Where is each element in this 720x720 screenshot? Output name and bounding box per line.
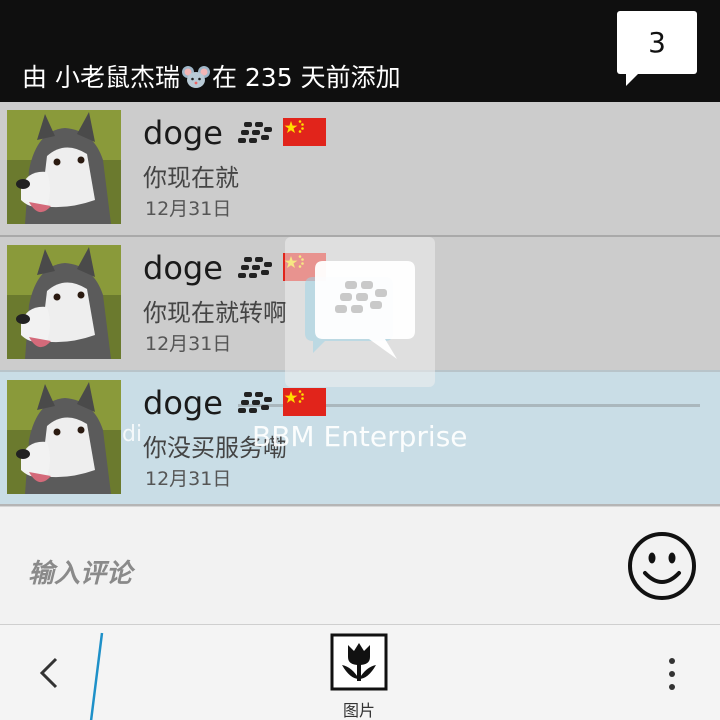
commenter-name[interactable]: doge — [143, 384, 223, 422]
chevron-left-icon[interactable] — [30, 651, 70, 695]
bbm-enterprise-label: BBM Enterprise — [252, 420, 468, 453]
comment-date: 12月31日 — [145, 468, 232, 490]
added-by-prefix: 由 小老鼠杰瑞 — [22, 63, 180, 92]
avatar[interactable] — [7, 245, 121, 359]
china-flag-icon — [283, 388, 326, 416]
china-flag-icon — [283, 118, 326, 146]
accent-divider — [88, 631, 108, 720]
picture-button[interactable]: 图片 — [328, 631, 390, 720]
mouse-emoji-icon — [181, 65, 210, 95]
ghost-text: di — [122, 422, 143, 447]
added-by-suffix: 在 235 天前添加 — [211, 63, 401, 92]
comment-date: 12月31日 — [145, 333, 232, 355]
comment-count-badge-tail — [626, 72, 640, 86]
added-by-text: 由 小老鼠杰瑞 在 235 天前添加 — [22, 58, 401, 95]
smiley-icon[interactable] — [627, 531, 697, 601]
commenter-name[interactable]: doge — [143, 114, 223, 152]
comment-row[interactable]: doge 你现在就 12月31日 — [0, 102, 720, 235]
comment-count-badge[interactable]: 3 — [617, 11, 697, 74]
commenter-name[interactable]: doge — [143, 249, 223, 287]
bottom-action-bar: 图片 — [0, 624, 720, 720]
comment-input-area[interactable]: 输入评论 — [0, 506, 720, 624]
tulip-icon — [330, 633, 388, 691]
comment-message: 你现在就转啊 — [143, 299, 287, 327]
more-vertical-icon[interactable] — [660, 655, 684, 695]
comment-date: 12月31日 — [145, 198, 232, 220]
comment-input[interactable]: 输入评论 — [28, 553, 132, 590]
bbm-icon — [238, 392, 274, 418]
avatar[interactable] — [7, 380, 121, 494]
bbm-icon — [238, 122, 274, 148]
comment-list[interactable]: doge 你现在就 12月31日 doge 你现在就转啊 12月31日 di d… — [0, 102, 720, 506]
comment-message: 你现在就 — [143, 164, 239, 192]
bbm-enterprise-toast-icon — [285, 237, 435, 387]
avatar[interactable] — [7, 110, 121, 224]
picture-label: 图片 — [342, 701, 375, 720]
post-header: 由 小老鼠杰瑞 在 235 天前添加 3 — [0, 0, 720, 102]
bbm-icon — [238, 257, 274, 283]
